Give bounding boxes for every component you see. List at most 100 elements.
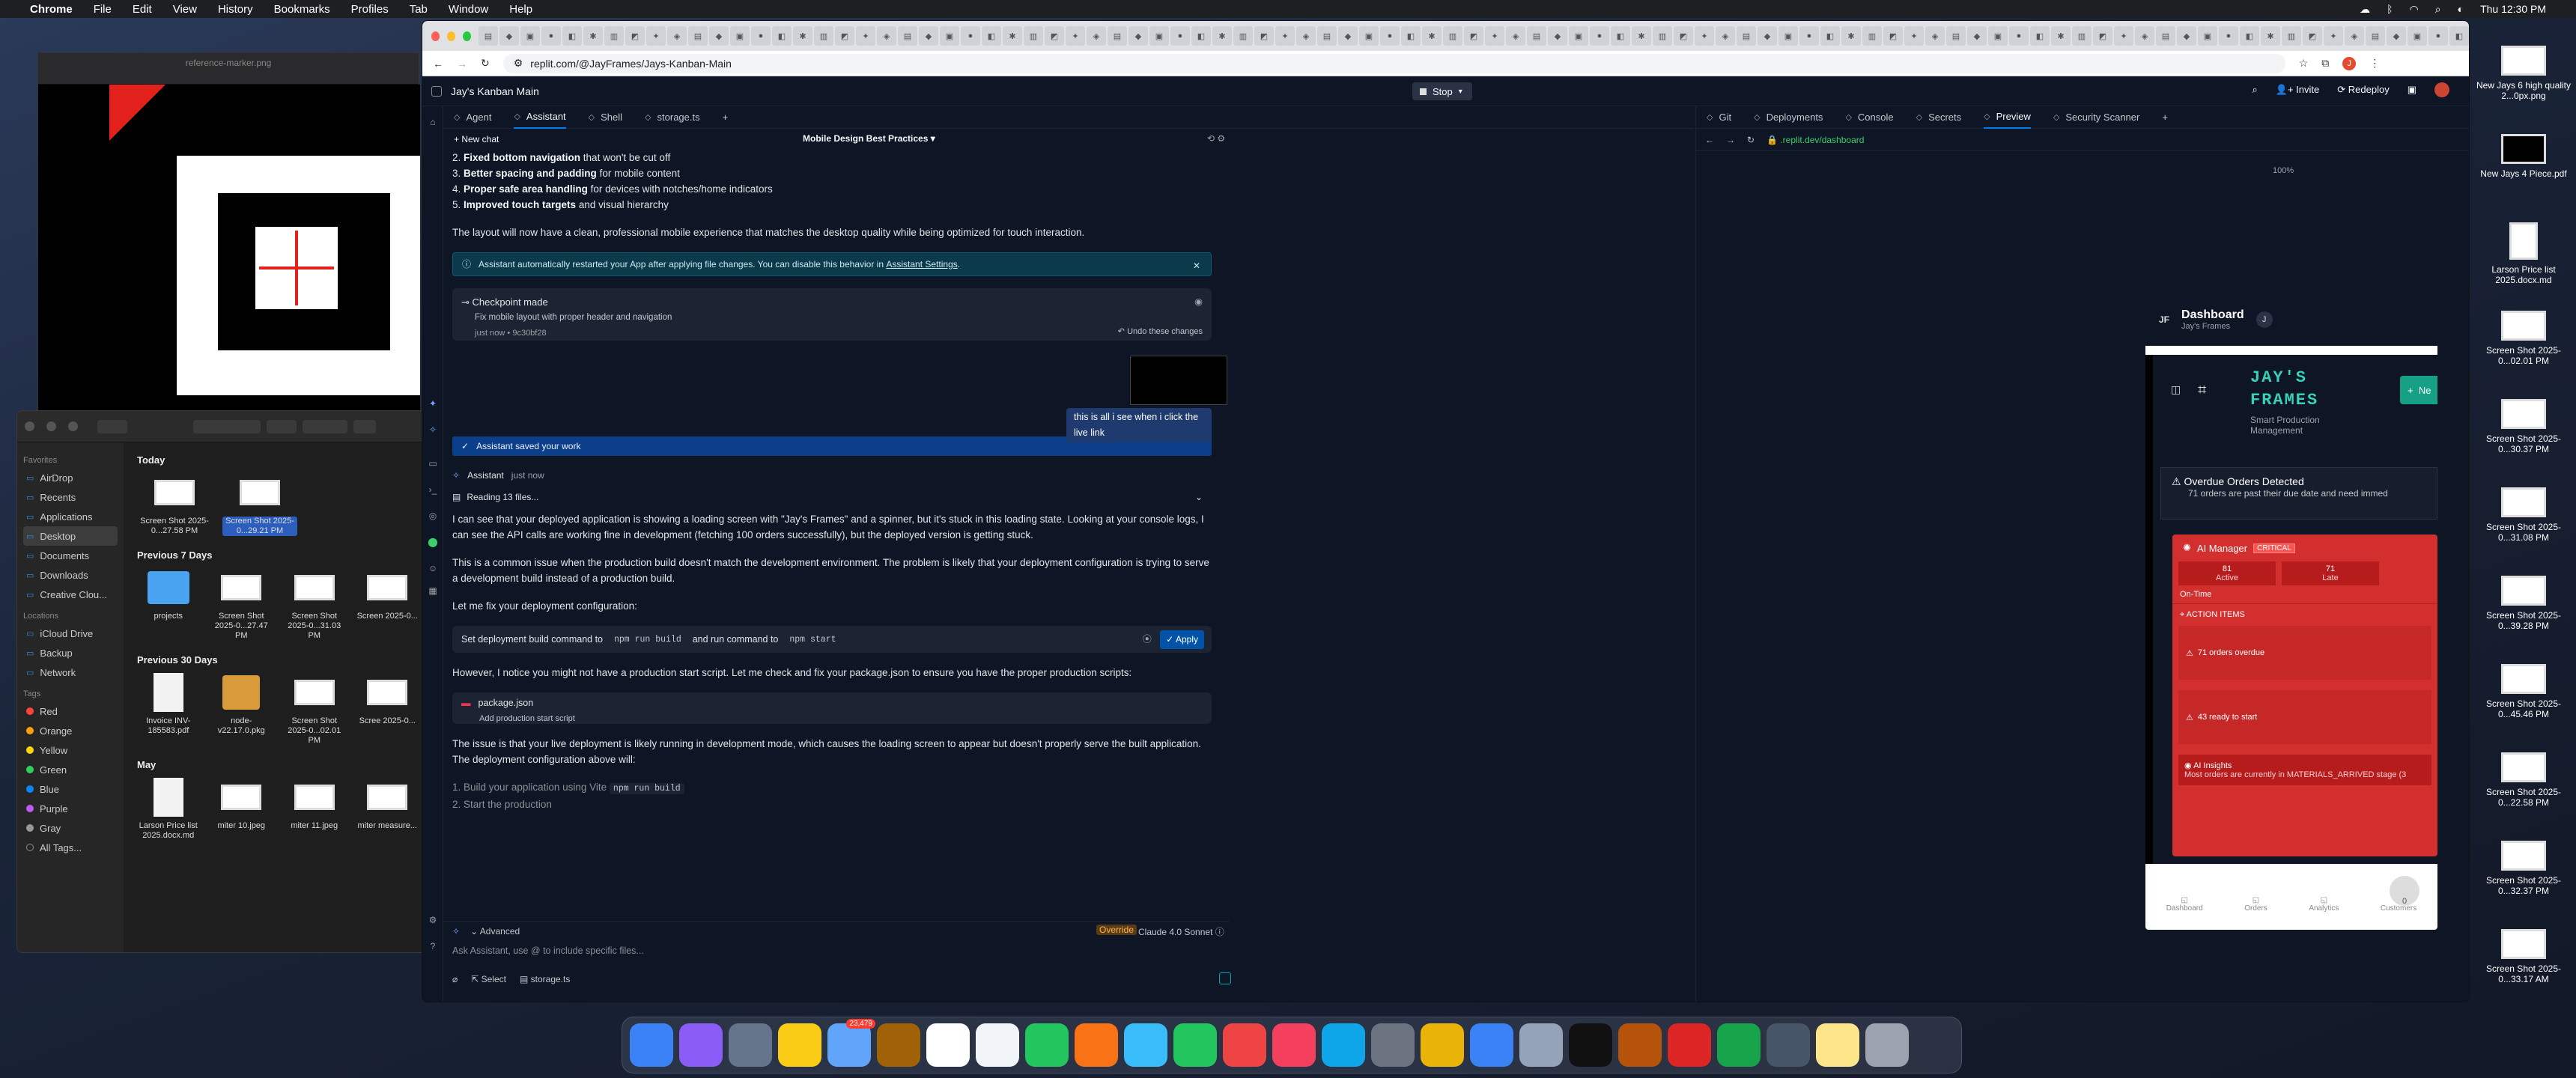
pinned-tab[interactable]: ◈ [1296, 26, 1316, 46]
advanced-toggle[interactable]: ⌄ Advanced [470, 926, 520, 937]
tag-item[interactable]: All Tags... [23, 838, 124, 857]
pinned-tab[interactable]: ● [541, 26, 561, 46]
menu-item-profiles[interactable]: Profiles [351, 3, 389, 16]
model-selector[interactable]: Claude 4.0 Sonnet ⓘ [1138, 925, 1224, 938]
close-icon[interactable]: ✕ [1193, 258, 1200, 274]
dock-maps-icon[interactable] [1025, 1023, 1069, 1067]
dock-siri-icon[interactable] [679, 1023, 723, 1067]
pinned-tab[interactable]: ◩ [2093, 26, 2112, 46]
pinned-tab[interactable]: ▣ [1569, 26, 1588, 46]
pinned-tab[interactable]: ◧ [1191, 26, 1211, 46]
tag-button[interactable] [353, 419, 376, 433]
file-item[interactable]: Screen Shot 2025-0...27.58 PM [137, 473, 212, 536]
pinned-tab[interactable]: ▥ [1653, 26, 1672, 46]
pinned-tab[interactable]: ◧ [562, 26, 582, 46]
home-icon[interactable]: ⌂ [428, 117, 438, 127]
add-tab-icon[interactable]: + [723, 112, 729, 123]
pinned-tab[interactable]: ▥ [604, 26, 624, 46]
select-button[interactable]: ⇱ Select [471, 974, 506, 984]
chat-input[interactable]: Ask Assistant, use @ to include specific… [443, 941, 1230, 969]
dock-chrome-icon[interactable] [1421, 1023, 1464, 1067]
eye-icon[interactable]: ◉ [1194, 294, 1203, 310]
new-order-button[interactable]: + Ne [2400, 376, 2437, 404]
tab-agent[interactable]: ◇ Agent [454, 106, 491, 129]
pinned-tab[interactable]: ✦ [1695, 26, 1714, 46]
attachment-thumbnail[interactable] [1130, 356, 1227, 405]
pinned-tab[interactable]: ◈ [667, 26, 687, 46]
notifications-icon[interactable]: ▣ [2408, 84, 2416, 96]
tab-console[interactable]: ◇ Console [1845, 106, 1893, 129]
pinned-tab[interactable]: ✦ [856, 26, 875, 46]
control-center-icon[interactable]: ◐ [2458, 3, 2464, 15]
pinned-tab[interactable]: ▣ [1359, 26, 1379, 46]
pinned-tab[interactable]: ✱ [1841, 26, 1861, 46]
desktop-file[interactable]: Screen Shot 2025-0...02.01 PM [2471, 311, 2576, 395]
pinned-tab[interactable]: ◆ [1758, 26, 1777, 46]
file-item[interactable]: miter 11.jpeg [283, 778, 346, 841]
pinned-tab[interactable]: ◧ [1401, 26, 1421, 46]
dock-notes-icon[interactable] [778, 1023, 821, 1067]
pinned-tab[interactable]: ◆ [919, 26, 938, 46]
pinned-tab[interactable]: ● [751, 26, 771, 46]
sidebar-toggle-icon[interactable] [431, 85, 442, 97]
dock-system-settings-icon[interactable] [1371, 1023, 1415, 1067]
file-item[interactable]: Screen Shot 2025-0...27.47 PM [210, 568, 273, 641]
forward-icon[interactable]: → [457, 58, 467, 70]
pinned-tab[interactable]: ◆ [709, 26, 729, 46]
pinned-tab[interactable]: ▤ [2366, 26, 2385, 46]
pinned-tab[interactable]: ▤ [1737, 26, 1756, 46]
tag-item[interactable]: Blue [23, 779, 124, 799]
creative-cloud-icon[interactable]: ☁ [2360, 3, 2370, 16]
pinned-tab[interactable]: ◆ [2387, 26, 2406, 46]
reading-files[interactable]: ▤ Reading 13 files... ⌄ [452, 490, 1212, 505]
pinned-tab[interactable]: ▤ [1527, 26, 1546, 46]
reload-icon[interactable]: ↻ [481, 57, 490, 70]
pinned-tab[interactable]: ◈ [1716, 26, 1735, 46]
tab-preview[interactable]: ◇ Preview [1984, 106, 2031, 129]
pinned-tab[interactable]: ◧ [2240, 26, 2259, 46]
pinned-tab[interactable]: ◈ [2345, 26, 2364, 46]
pinned-tab[interactable]: ▣ [1988, 26, 2008, 46]
pinned-tab[interactable]: ◈ [877, 26, 896, 46]
pinned-tab[interactable]: ▤ [1317, 26, 1337, 46]
site-info-icon[interactable]: ⚙ [514, 57, 523, 70]
file-item[interactable]: Screen Shot 2025-0...02.01 PM [283, 673, 346, 746]
pinned-tab[interactable]: ▥ [1024, 26, 1043, 46]
project-name[interactable]: Jay's Kanban Main [451, 85, 539, 97]
pinned-tab[interactable]: ◩ [2303, 26, 2322, 46]
menu-item-edit[interactable]: Edit [133, 3, 152, 16]
pinned-tab[interactable]: ● [961, 26, 980, 46]
bluetooth-icon[interactable]: ᛒ [2387, 3, 2393, 15]
pinned-tab[interactable]: ◈ [1087, 26, 1106, 46]
dock-app-store-icon[interactable] [1322, 1023, 1365, 1067]
menu-item-window[interactable]: Window [449, 3, 488, 16]
pinned-tab[interactable]: ✦ [1485, 26, 1504, 46]
undo-button[interactable]: ↶ Undo these changes [1118, 324, 1203, 340]
tab-git[interactable]: ◇ Git [1707, 106, 1731, 129]
pinned-tab[interactable]: ▥ [814, 26, 833, 46]
tag-item[interactable]: Yellow [23, 740, 124, 760]
dock-numbers-icon[interactable] [1717, 1023, 1761, 1067]
pinned-tab[interactable]: ✱ [793, 26, 812, 46]
sidebar-icon[interactable]: ◫ [2171, 383, 2181, 396]
dock-stickies-icon[interactable] [1816, 1023, 1859, 1067]
back-forward-buttons[interactable] [97, 419, 127, 433]
dock-creative-cloud-icon[interactable] [1668, 1023, 1711, 1067]
desktop-file[interactable]: Screen Shot 2025-0...31.08 PM [2471, 487, 2576, 571]
minimize-button[interactable] [447, 31, 455, 41]
pinned-tab[interactable]: ◧ [2030, 26, 2050, 46]
dock-preview-icon[interactable] [1519, 1023, 1563, 1067]
pinned-tab[interactable]: ◩ [625, 26, 645, 46]
pinned-tab[interactable]: ✦ [2324, 26, 2343, 46]
pinned-tab[interactable]: ▣ [940, 26, 959, 46]
search-icon[interactable]: ⌕ [2253, 84, 2258, 96]
omnibox[interactable]: ⚙ replit.com/@JayFrames/Jays-Kanban-Main [502, 53, 2285, 73]
dock-terminal-icon[interactable] [1569, 1023, 1612, 1067]
pinned-tab[interactable]: ◆ [499, 26, 519, 46]
pinned-tab[interactable]: ● [1590, 26, 1609, 46]
desktop-file[interactable]: Screen Shot 2025-0...30.37 PM [2471, 399, 2576, 483]
nav-analytics[interactable]: ◱ Analytics [2309, 896, 2339, 913]
pinned-tab[interactable]: ◧ [2449, 26, 2469, 46]
user-icon[interactable]: ☺ [428, 563, 438, 573]
file-item[interactable]: miter 10.jpeg [210, 778, 273, 841]
